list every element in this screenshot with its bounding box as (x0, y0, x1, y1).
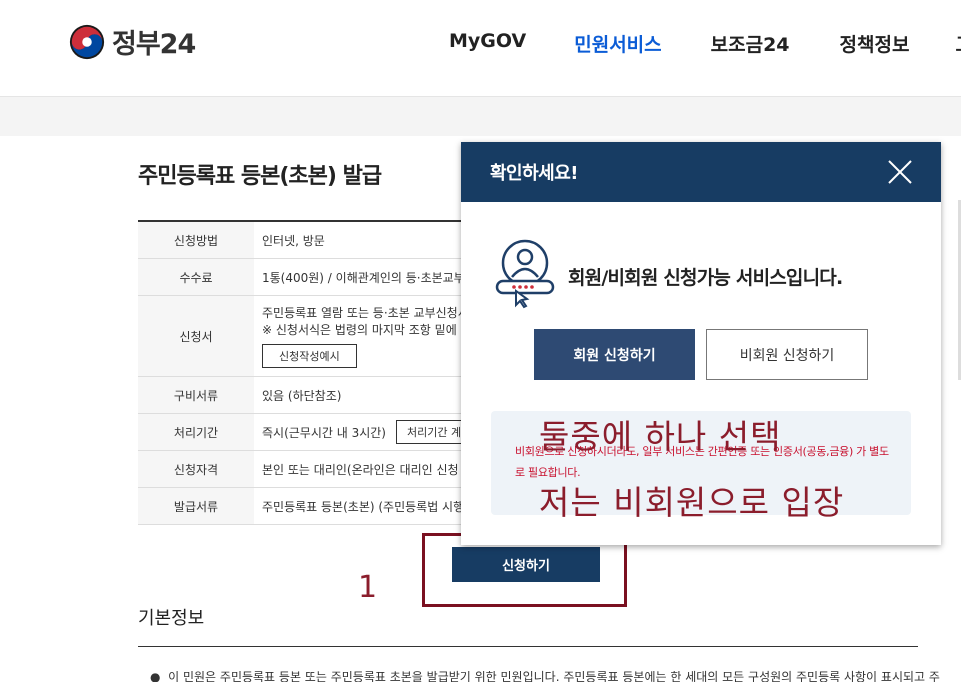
logo[interactable]: 정부24 (68, 22, 196, 61)
row-label: 처리기간 (138, 414, 254, 450)
member-apply-button[interactable]: 회원 신청하기 (534, 329, 695, 380)
page-title: 주민등록표 등본(초본) 발급 (138, 164, 382, 189)
row-label: 발급서류 (138, 488, 254, 524)
bullet-text: ● 이 민원은 주민등록표 등본 또는 주민등록표 초본을 발급받기 위한 민원… (150, 670, 940, 682)
nav-civil-service[interactable]: 민원서비스 (574, 30, 661, 57)
annotation-line2: 저는 비회원으로 입장 (539, 483, 845, 522)
row-text: 즉시(근무시간 내 3시간) (262, 425, 386, 440)
row-label: 신청방법 (138, 222, 254, 258)
sub-bar (0, 96, 961, 136)
guest-apply-button[interactable]: 비회원 신청하기 (706, 329, 868, 380)
nav-mygov[interactable]: MyGOV (449, 30, 526, 57)
form-example-button[interactable]: 신청작성예시 (262, 344, 357, 368)
close-icon[interactable] (887, 159, 913, 185)
bullet-content: 이 민원은 주민등록표 등본 또는 주민등록표 초본을 발급받기 위한 민원입니… (168, 670, 940, 682)
row-label: 신청자격 (138, 451, 254, 487)
modal-header: 확인하세요! (461, 142, 941, 202)
logo-text: 정부24 (112, 29, 196, 60)
row-text: 주민등록표 열람 또는 등·초본 교부신청서, 교 (262, 306, 488, 320)
annotation-line1: 둘중에 하나 선택 (539, 417, 782, 456)
nav-more[interactable]: 고 (955, 30, 961, 57)
user-login-icon (495, 239, 555, 309)
modal-message: 회원/비회원 신청가능 서비스입니다. (568, 267, 843, 289)
row-label: 구비서류 (138, 377, 254, 413)
page: 정부24 MyGOV 민원서비스 보조금24 정책정보 고 주민등록표 등본(초… (0, 0, 961, 682)
divider (138, 646, 918, 647)
confirm-modal: 확인하세요! 회원/비회원 신청가능 서비스입니다. 회원 신청하기 비회원 신… (461, 142, 941, 545)
annotation-number: 1 (358, 570, 378, 605)
row-label: 수수료 (138, 259, 254, 295)
row-label: 신청서 (138, 296, 254, 376)
taegeuk-icon (69, 24, 105, 59)
row-note: ※ 신청서식은 법령의 마지막 조항 밑에 있습니 (262, 323, 494, 337)
nav-subsidy[interactable]: 보조금24 (711, 30, 790, 57)
modal-title: 확인하세요! (490, 163, 579, 184)
basic-info-title: 기본정보 (138, 608, 205, 629)
site-header: 정부24 MyGOV 민원서비스 보조금24 정책정보 고 (0, 0, 961, 84)
nav-policy[interactable]: 정책정보 (840, 30, 910, 57)
main-nav: MyGOV 민원서비스 보조금24 정책정보 고 (449, 30, 961, 57)
